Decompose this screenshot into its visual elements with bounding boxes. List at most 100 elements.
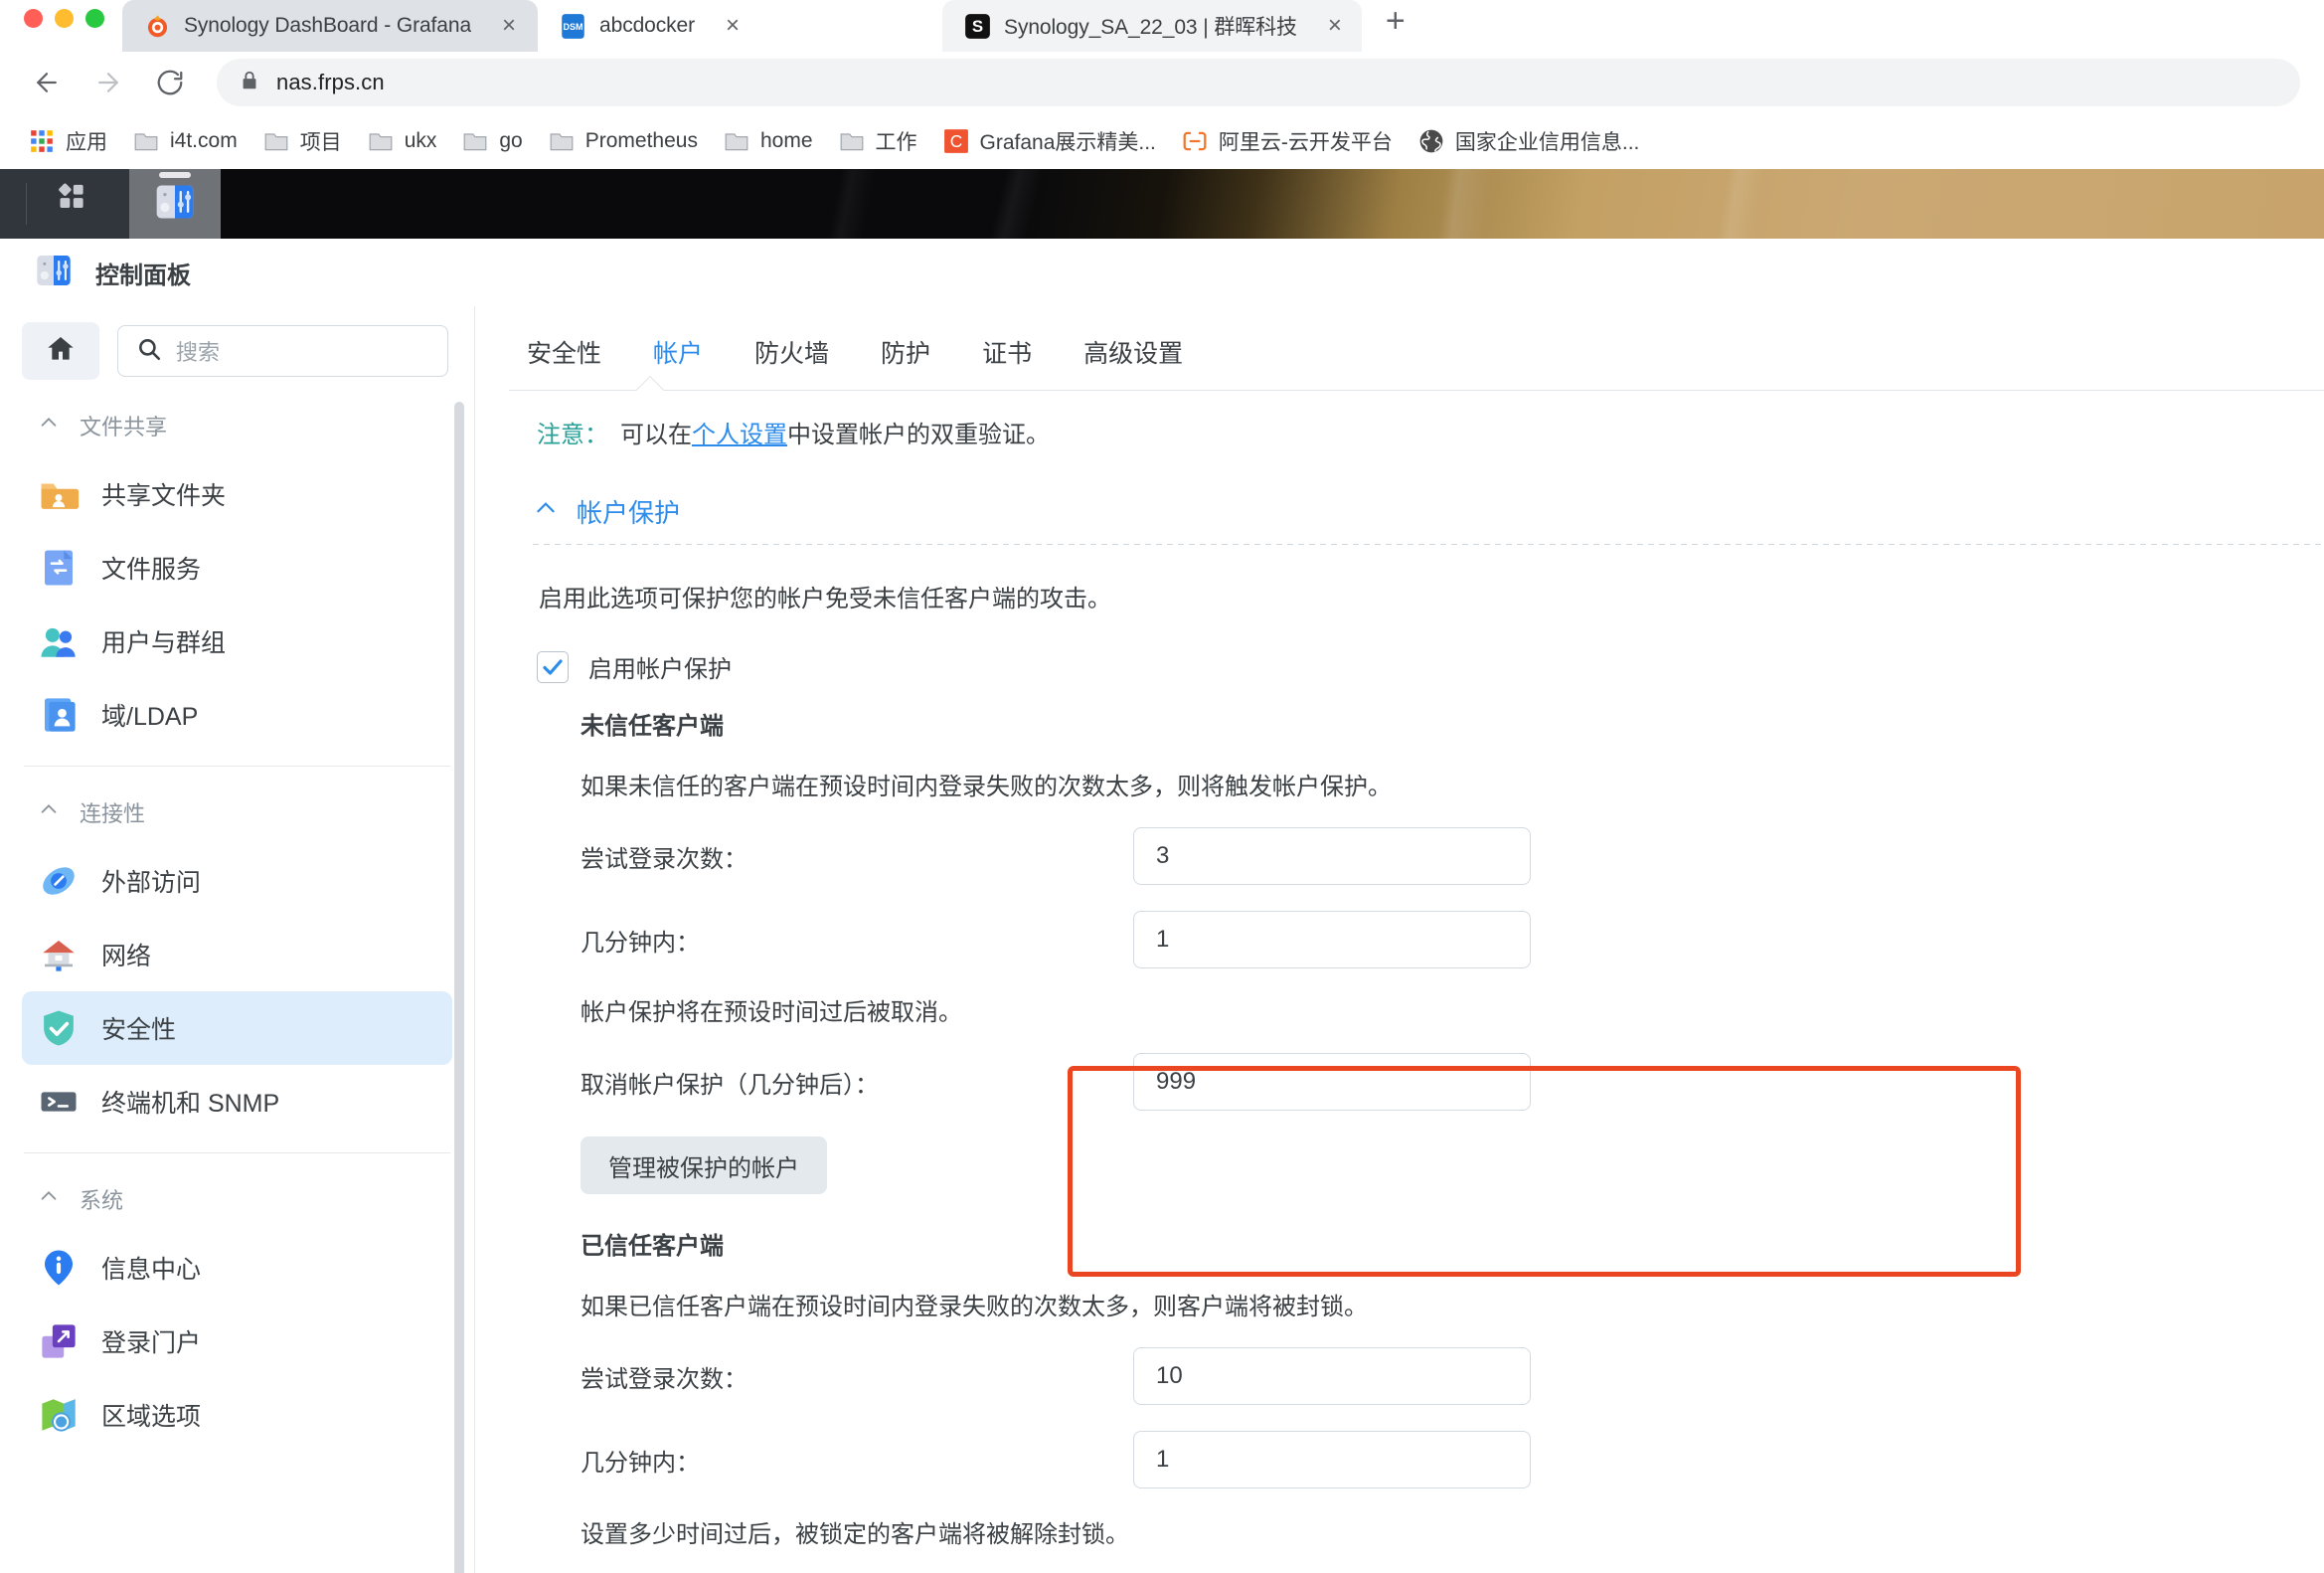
tab-title: Synology_SA_22_03 | 群晖科技: [1004, 16, 1297, 39]
bookmark-go[interactable]: go: [449, 122, 535, 160]
sidebar-scrollbar[interactable]: [454, 402, 464, 1573]
untrusted-minutes-input[interactable]: 1: [1133, 911, 1531, 968]
sidebar-search-input[interactable]: 搜索: [117, 325, 448, 377]
untrusted-clients-block: 未信任客户端 如果未信任的客户端在预设时间内登录失败的次数太多，则将触发帐户保护…: [509, 684, 2324, 1549]
sidebar-item-domain-ldap[interactable]: 域/LDAP: [22, 678, 452, 752]
bookmark-label: 国家企业信用信息...: [1454, 131, 1640, 154]
content-tabs: 安全性 帐户 防火墙 防护 证书 高级设置: [509, 306, 2324, 390]
manage-protected-accounts-button[interactable]: 管理被保护的帐户: [581, 1136, 827, 1194]
svg-text:C: C: [949, 131, 962, 151]
browser-tab-abcdocker[interactable]: DSM abcdocker ×: [538, 0, 943, 52]
forward-icon[interactable]: [80, 54, 137, 111]
search-placeholder: 搜索: [176, 340, 221, 365]
untrusted-clients-title: 未信任客户端: [581, 713, 724, 740]
bookmark-gsxt[interactable]: 国家企业信用信息...: [1406, 120, 1653, 162]
sidebar-top-bar: 搜索: [0, 318, 474, 384]
regional-options-icon: [38, 1394, 80, 1436]
folder-icon: [263, 128, 289, 154]
reload-icon[interactable]: [141, 54, 199, 111]
untrusted-footnote: 帐户保护将在预设时间过后被取消。: [581, 999, 962, 1026]
sidebar-group-label: 连接性: [80, 801, 146, 826]
untrusted-attempts-field: 尝试登录次数： 3: [581, 801, 2324, 885]
trusted-minutes-input[interactable]: 1: [1133, 1431, 1531, 1488]
bookmark-grafana-showcase[interactable]: C Grafana展示精美...: [930, 120, 1169, 162]
taskbar-menu-slot[interactable]: [0, 169, 26, 239]
tab-protection[interactable]: 防护: [855, 334, 956, 390]
notice-text-after: 中设置帐户的双重验证。: [787, 422, 1050, 448]
browser-tab-grafana[interactable]: Synology DashBoard - Grafana ×: [122, 0, 539, 52]
bookmark-gongzuo[interactable]: 工作: [826, 120, 930, 162]
back-icon[interactable]: [18, 54, 76, 111]
sidebar-item-terminal-snmp[interactable]: 终端机和 SNMP: [22, 1065, 452, 1138]
maximize-window-button[interactable]: [85, 8, 104, 28]
sidebar-group-connectivity[interactable]: 连接性: [0, 781, 474, 844]
bookmark-ukx[interactable]: ukx: [355, 122, 450, 160]
untrusted-minutes-label: 几分钟内：: [581, 929, 700, 957]
sidebar-scrollbar-thumb[interactable]: [454, 402, 464, 1573]
page-title: 控制面板: [95, 262, 191, 289]
sidebar-item-shared-folder[interactable]: 共享文件夹: [22, 457, 452, 531]
login-portal-icon: [38, 1320, 80, 1362]
globe-icon: [1418, 128, 1444, 154]
taskbar-apps-button[interactable]: [26, 169, 129, 239]
sidebar-group-file-sharing[interactable]: 文件共享: [0, 394, 474, 457]
bookmark-prometheus[interactable]: Prometheus: [536, 122, 711, 160]
sidebar-item-network[interactable]: 网络: [22, 918, 452, 991]
tab-firewall[interactable]: 防火墙: [729, 334, 855, 390]
search-icon: [136, 336, 162, 367]
new-tab-button[interactable]: +: [1362, 4, 1425, 52]
grafana-icon: [144, 13, 171, 40]
enable-account-protection-row[interactable]: 启用帐户保护: [509, 613, 2324, 684]
sidebar-home-button[interactable]: [22, 322, 99, 380]
tab-advanced[interactable]: 高级设置: [1058, 334, 1209, 390]
sidebar-group-system[interactable]: 系统: [0, 1167, 474, 1231]
notice-label: 注意：: [537, 422, 608, 448]
bookmark-xiangmu[interactable]: 项目: [250, 120, 355, 162]
sidebar-item-file-service[interactable]: 文件服务: [22, 531, 452, 605]
sidebar-item-info-center[interactable]: 信息中心: [22, 1231, 452, 1305]
bookmark-apps[interactable]: 应用: [16, 120, 120, 162]
untrusted-attempts-input[interactable]: 3: [1133, 827, 1531, 885]
close-tab-button[interactable]: ×: [498, 14, 520, 38]
minimize-window-button[interactable]: [55, 8, 74, 28]
address-bar[interactable]: nas.frps.cn: [217, 59, 2300, 106]
sidebar-item-login-portal[interactable]: 登录门户: [22, 1305, 452, 1378]
untrusted-minutes-field: 几分钟内： 1: [581, 885, 2324, 968]
svg-text:DSM: DSM: [564, 21, 583, 31]
bookmark-i4t[interactable]: i4t.com: [120, 122, 250, 160]
close-window-button[interactable]: [24, 8, 43, 28]
sidebar-item-regional-options[interactable]: 区域选项: [22, 1378, 452, 1452]
browser-tab-synology-sa[interactable]: S Synology_SA_22_03 | 群晖科技 ×: [942, 0, 1362, 52]
close-tab-button[interactable]: ×: [1324, 14, 1346, 38]
control-panel-body: 搜索 文件共享 共享文件夹 文件服务 用户与群组 域/LDAP 连接性 外部访问…: [0, 306, 2324, 1573]
trusted-clients-title: 已信任客户端: [581, 1233, 724, 1260]
control-panel-header: 控制面板: [0, 239, 2324, 306]
close-tab-button[interactable]: ×: [722, 14, 744, 38]
aliyun-icon: [1182, 128, 1208, 154]
network-icon: [38, 934, 80, 975]
cancel-protection-input[interactable]: 999: [1133, 1053, 1531, 1111]
sidebar-item-external-access[interactable]: 外部访问: [22, 844, 452, 918]
browser-toolbar: nas.frps.cn: [0, 52, 2324, 113]
bookmark-label: 项目: [299, 131, 342, 154]
bookmark-aliyun[interactable]: 阿里云-云开发平台: [1169, 120, 1406, 162]
folder-icon: [462, 128, 488, 154]
info-center-icon: [38, 1247, 80, 1289]
bookmark-label: Prometheus: [584, 129, 698, 152]
chevron-up-icon: [38, 798, 60, 826]
bookmark-home[interactable]: home: [711, 122, 826, 160]
tab-security[interactable]: 安全性: [509, 334, 627, 390]
sidebar-item-security[interactable]: 安全性: [22, 991, 452, 1065]
terminal-snmp-icon: [38, 1081, 80, 1123]
shared-folder-icon: [38, 473, 80, 515]
check-icon: [543, 658, 563, 675]
taskbar-control-panel-button[interactable]: [129, 169, 221, 239]
personal-settings-link[interactable]: 个人设置: [692, 415, 787, 449]
enable-account-protection-checkbox[interactable]: [537, 650, 569, 683]
tab-certificate[interactable]: 证书: [956, 334, 1058, 390]
section-title: 帐户保护: [577, 498, 681, 528]
trusted-attempts-input[interactable]: 10: [1133, 1347, 1531, 1405]
control-panel-icon: [153, 180, 197, 229]
account-protection-section-header[interactable]: 帐户保护: [509, 449, 2324, 530]
sidebar-item-users-groups[interactable]: 用户与群组: [22, 605, 452, 678]
